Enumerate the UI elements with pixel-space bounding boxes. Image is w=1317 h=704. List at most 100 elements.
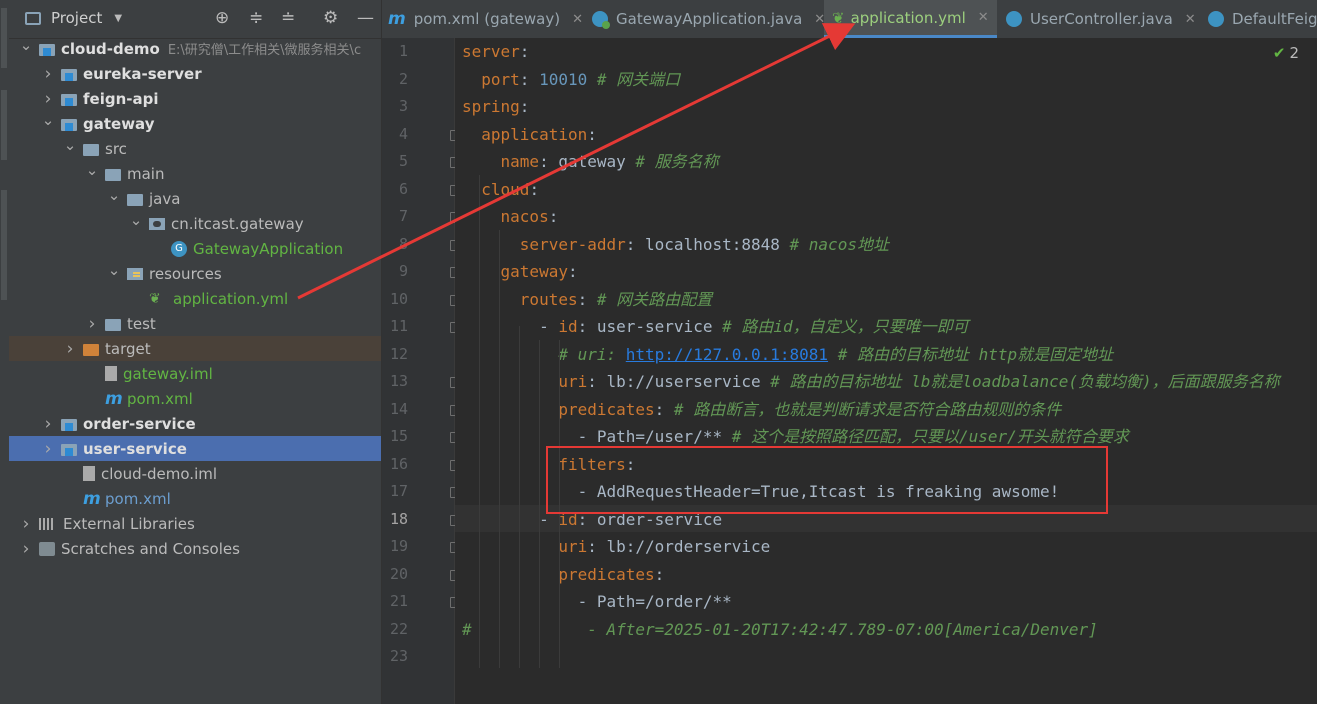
editor-tab[interactable]: m pom.xml (gateway) ✕	[388, 0, 583, 38]
chevron-down-icon[interactable]: ⌄	[107, 186, 121, 204]
commit-tool-tab[interactable]	[1, 90, 7, 160]
tree-item[interactable]: › Scratches and Consoles	[9, 536, 381, 561]
tree-item[interactable]: ⌄ cn.itcast.gateway	[9, 211, 381, 236]
scratches-icon	[39, 541, 55, 556]
editor-tab-label: UserController.java	[1030, 10, 1173, 28]
tree-item[interactable]: ❦ application.yml	[9, 286, 381, 311]
code-token: # 网关路由配置	[587, 289, 713, 309]
code-line: server:	[462, 38, 529, 65]
editor-tab[interactable]: UserController.java ✕	[1006, 0, 1196, 38]
chevron-down-icon[interactable]: ⌄	[107, 261, 121, 279]
line-number: 11	[389, 317, 408, 335]
code-token: port	[481, 69, 520, 89]
tree-item[interactable]: G GatewayApplication	[9, 236, 381, 261]
code-token: # 服务名称	[625, 152, 719, 171]
chevron-right-icon[interactable]: ›	[19, 539, 33, 559]
project-panel-title: Project	[51, 9, 103, 27]
code-token: application	[481, 124, 588, 144]
editor-tab[interactable]: GatewayApplication.java ✕	[592, 0, 825, 38]
line-number: 4	[398, 124, 408, 143]
tree-item[interactable]: ⌄ gateway	[9, 111, 381, 136]
close-icon[interactable]: ✕	[978, 10, 989, 25]
indent-guide	[499, 230, 500, 668]
gear-icon[interactable]: ⚙	[323, 8, 338, 28]
collapse-all-icon[interactable]: ≐	[281, 8, 295, 28]
chevron-right-icon[interactable]: ›	[19, 514, 33, 534]
tree-item-label: cn.itcast.gateway	[171, 214, 304, 233]
chevron-right-icon[interactable]: ›	[41, 89, 55, 109]
tree-item[interactable]: › feign-api	[9, 86, 381, 111]
chevron-down-icon[interactable]: ⌄	[41, 111, 55, 129]
chevron-down-icon[interactable]: ⌄	[19, 36, 33, 54]
chevron-down-icon[interactable]: ⌄	[129, 211, 143, 229]
tree-item[interactable]: ⌄ main	[9, 161, 381, 186]
chevron-right-icon[interactable]: ›	[41, 414, 55, 434]
line-number: 16	[389, 454, 408, 473]
project-view-selector[interactable]: Project ▼	[25, 9, 122, 27]
maven-icon: m	[105, 388, 123, 409]
chevron-down-icon[interactable]: ⌄	[63, 136, 77, 154]
code-line: name: gateway # 服务名称	[462, 148, 719, 175]
tree-item[interactable]: cloud-demo.iml	[9, 461, 381, 486]
pull-requests-tool-tab[interactable]	[1, 190, 7, 300]
folder-icon	[105, 168, 121, 181]
module-folder-icon	[39, 43, 55, 56]
tree-item[interactable]: › External Libraries	[9, 511, 381, 536]
code-token: 10010	[539, 69, 588, 89]
code-line: application:	[462, 121, 597, 148]
project-panel-header: Project ▼ ⊕ ≑ ≐ ⚙ —	[9, 0, 381, 39]
code-token: uri	[558, 372, 588, 391]
code-token: nacos	[500, 207, 549, 226]
tree-item[interactable]: gateway.iml	[9, 361, 381, 386]
code-token: server	[462, 42, 520, 61]
code-token: # 路由的目标地址 lb就是loadbalance(负载均衡)，后面跟服务名称	[760, 372, 1280, 391]
tree-item-label: pom.xml	[105, 489, 171, 508]
tree-item[interactable]: m pom.xml	[9, 386, 381, 411]
line-number: 3	[398, 97, 408, 115]
tree-item-label: GatewayApplication	[193, 239, 344, 258]
chevron-right-icon[interactable]: ›	[63, 339, 77, 359]
code-token: predicates	[558, 564, 655, 584]
tree-item[interactable]: › order-service	[9, 411, 381, 436]
line-number: 21	[389, 592, 408, 610]
project-tool-tab[interactable]	[1, 8, 7, 68]
tree-item[interactable]: ⌄ java	[9, 186, 381, 211]
expand-all-icon[interactable]: ≑	[249, 8, 263, 28]
line-number: 8	[398, 234, 408, 253]
tree-item-label: src	[105, 139, 127, 158]
class-icon	[1208, 11, 1224, 27]
tree-item[interactable]: › test	[9, 311, 381, 336]
hide-icon[interactable]: —	[357, 8, 374, 28]
inspection-status[interactable]: ✔ 2	[1273, 44, 1299, 62]
tree-item-label: pom.xml	[127, 389, 193, 408]
folder-icon	[83, 143, 99, 156]
chevron-right-icon[interactable]: ›	[85, 314, 99, 334]
tree-item-label: eureka-server	[83, 64, 202, 83]
editor-tab[interactable]: ❦ application.yml ✕	[824, 0, 997, 38]
line-number: 12	[389, 344, 408, 363]
chevron-right-icon[interactable]: ›	[41, 64, 55, 84]
code-token: predicates	[558, 399, 655, 419]
editor-tab-label: GatewayApplication.java	[616, 10, 803, 28]
chevron-right-icon[interactable]: ›	[41, 439, 55, 459]
tree-item[interactable]: ⌄ resources	[9, 261, 381, 286]
tree-item[interactable]: ⌄ src	[9, 136, 381, 161]
close-icon[interactable]: ✕	[572, 12, 583, 27]
tree-item[interactable]: m pom.xml	[9, 486, 381, 511]
code-token: # 路由断言，也就是判断请求是否符合路由规则的条件	[664, 399, 1062, 419]
chevron-down-icon[interactable]: ⌄	[85, 161, 99, 179]
excluded-folder-icon	[83, 343, 99, 356]
editor-tab[interactable]: DefaultFeig	[1208, 0, 1317, 38]
locate-icon[interactable]: ⊕	[215, 8, 229, 28]
tree-item[interactable]: ⌄ cloud-demo E:\研究僧\工作相关\微服务相关\c	[9, 36, 381, 61]
maven-icon: m	[83, 488, 101, 509]
tree-item[interactable]: › target	[9, 336, 381, 361]
code-line: cloud:	[462, 176, 539, 203]
tree-item[interactable]: › user-service	[9, 436, 381, 461]
code-editor[interactable]: ✔ 2 server: port: 10010 # 网关端口 spring: app…	[455, 38, 1317, 704]
code-line: server-addr: localhost:8848 # nacos地址	[462, 231, 889, 258]
line-number: 13	[389, 372, 408, 390]
close-icon[interactable]: ✕	[1185, 12, 1196, 27]
tree-item[interactable]: › eureka-server	[9, 61, 381, 86]
tree-item-label: cloud-demo.iml	[101, 464, 218, 483]
